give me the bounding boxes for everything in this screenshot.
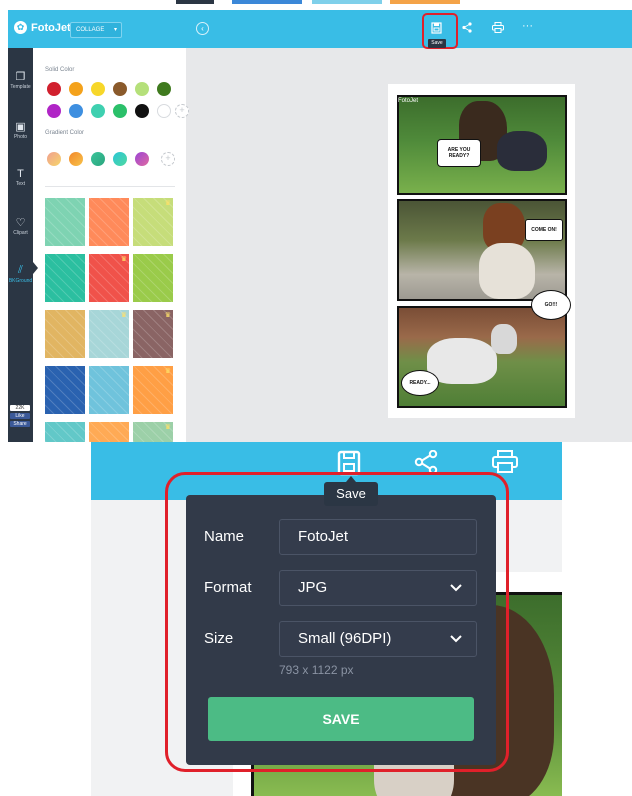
like-count: 22K bbox=[10, 405, 30, 411]
solid-color-swatch[interactable] bbox=[91, 82, 105, 96]
sidebar-item-text[interactable]: T Text bbox=[8, 168, 33, 187]
more-icon[interactable]: ··· bbox=[522, 20, 533, 32]
solid-color-swatch[interactable] bbox=[47, 82, 61, 96]
pattern-tile[interactable] bbox=[45, 198, 85, 246]
browser-tab-strip bbox=[0, 0, 632, 10]
sidebar-item-label: Template bbox=[10, 84, 31, 90]
background-panel: Solid Color + Gradient Color + ♛ ♛ ♛ ♛ ♛ ♛ bbox=[33, 48, 189, 442]
crown-icon: ♛ bbox=[164, 312, 171, 319]
pattern-tile[interactable]: ♛ bbox=[133, 198, 173, 246]
pattern-tile[interactable] bbox=[89, 366, 129, 414]
share-icon[interactable] bbox=[462, 22, 472, 36]
pattern-tile[interactable] bbox=[45, 310, 85, 358]
pattern-tile[interactable]: ♛ bbox=[89, 310, 129, 358]
solid-color-swatch[interactable] bbox=[113, 82, 127, 96]
gradient-color-swatch[interactable] bbox=[91, 152, 105, 166]
pattern-tile[interactable] bbox=[45, 422, 85, 442]
tool-sidebar: ❐ Template ▣ Photo T Text ♡ Clipart ⫽ BK… bbox=[8, 48, 33, 442]
pattern-tile[interactable]: ♛ bbox=[133, 310, 173, 358]
canvas-page[interactable]: FotoJet ARE YOU READY? COME ON! GO!!! RE… bbox=[388, 84, 575, 418]
solid-color-swatch[interactable] bbox=[135, 82, 149, 96]
caret-down-icon: ▾ bbox=[113, 27, 117, 33]
crown-icon: ♛ bbox=[164, 368, 171, 375]
pattern-tile[interactable] bbox=[89, 198, 129, 246]
solid-color-swatch[interactable] bbox=[69, 82, 83, 96]
mode-select-value: COLLAGE bbox=[76, 27, 105, 33]
browser-tab[interactable] bbox=[232, 0, 302, 4]
facebook-like-button[interactable]: Like bbox=[10, 413, 30, 419]
solid-color-swatch[interactable] bbox=[135, 104, 149, 118]
divider bbox=[45, 186, 175, 187]
solid-color-label: Solid Color bbox=[45, 67, 75, 73]
gradient-color-swatch[interactable] bbox=[135, 152, 149, 166]
crown-icon: ♛ bbox=[164, 424, 171, 431]
facebook-share-button[interactable]: Share bbox=[10, 421, 30, 427]
solid-color-swatch[interactable] bbox=[157, 104, 171, 118]
add-color-icon[interactable]: + bbox=[175, 104, 189, 118]
sidebar-item-background[interactable]: ⫽ BKGround bbox=[8, 264, 33, 284]
crown-icon: ♛ bbox=[164, 200, 171, 207]
pattern-tile[interactable] bbox=[133, 254, 173, 302]
heart-icon: ♡ bbox=[15, 217, 26, 229]
crown-icon: ♛ bbox=[120, 312, 127, 319]
collapse-panel-button[interactable]: ‹ bbox=[196, 22, 209, 35]
sidebar-item-label: Photo bbox=[13, 134, 28, 140]
logo-icon: ✿ bbox=[14, 21, 27, 34]
gradient-color-swatch[interactable] bbox=[69, 152, 83, 166]
browser-tab[interactable] bbox=[390, 0, 460, 4]
background-icon: ⫽ bbox=[18, 264, 23, 276]
speech-bubble[interactable]: READY... bbox=[401, 370, 439, 396]
solid-color-swatch[interactable] bbox=[47, 104, 61, 118]
fotojet-editor: ✿ FotoJet COLLAGE ▾ ‹ ··· Save ❐ Templat… bbox=[8, 10, 632, 442]
crown-icon: ♛ bbox=[120, 256, 127, 263]
sidebar-item-label: BKGround bbox=[8, 278, 33, 284]
pattern-tile[interactable]: ♛ bbox=[89, 254, 129, 302]
speech-bubble-burst[interactable]: GO!!! bbox=[531, 290, 571, 320]
speech-bubble[interactable]: COME ON! bbox=[525, 219, 563, 241]
comic-title: FotoJet bbox=[398, 98, 419, 104]
print-icon[interactable] bbox=[492, 22, 504, 36]
pattern-tile[interactable] bbox=[89, 422, 129, 442]
save-dialog-highlight-box bbox=[165, 472, 509, 772]
active-indicator bbox=[33, 262, 38, 274]
solid-color-swatch[interactable] bbox=[113, 104, 127, 118]
sidebar-item-photo[interactable]: ▣ Photo bbox=[8, 120, 33, 140]
solid-color-swatch[interactable] bbox=[69, 104, 83, 118]
solid-color-swatch[interactable] bbox=[91, 104, 105, 118]
comic-panel[interactable]: READY... bbox=[397, 306, 567, 408]
gradient-color-label: Gradient Color bbox=[45, 130, 85, 136]
gradient-color-swatch[interactable] bbox=[47, 152, 61, 166]
text-icon: T bbox=[17, 168, 24, 180]
social-buttons: 22K Like Share bbox=[10, 405, 30, 429]
sidebar-item-clipart[interactable]: ♡ Clipart bbox=[8, 216, 33, 236]
sidebar-item-label: Clipart bbox=[13, 230, 28, 236]
browser-tab[interactable] bbox=[312, 0, 382, 4]
screenshot-root: ✿ FotoJet COLLAGE ▾ ‹ ··· Save ❐ Templat… bbox=[0, 0, 632, 796]
mode-select[interactable]: COLLAGE ▾ bbox=[70, 22, 122, 38]
dog-photo bbox=[479, 243, 535, 299]
top-toolbar: ✿ FotoJet COLLAGE ▾ ‹ ··· Save bbox=[8, 10, 632, 49]
comic-panel[interactable]: ARE YOU READY? bbox=[397, 95, 567, 195]
comic-panel[interactable]: COME ON! bbox=[397, 199, 567, 301]
add-gradient-icon[interactable]: + bbox=[161, 152, 175, 166]
browser-tab[interactable] bbox=[176, 0, 214, 4]
template-icon: ❐ bbox=[15, 71, 26, 83]
dog-photo bbox=[491, 324, 517, 354]
save-tooltip: Save bbox=[428, 39, 446, 48]
sidebar-item-template[interactable]: ❐ Template bbox=[8, 70, 33, 90]
pattern-tile[interactable] bbox=[45, 366, 85, 414]
pattern-tile[interactable]: ♛ bbox=[133, 422, 173, 442]
fotojet-logo[interactable]: ✿ FotoJet bbox=[14, 21, 71, 34]
photo-icon: ▣ bbox=[15, 121, 26, 133]
speech-bubble[interactable]: ARE YOU READY? bbox=[437, 139, 481, 167]
logo-text: FotoJet bbox=[31, 21, 71, 34]
dog-photo bbox=[497, 131, 547, 171]
pattern-tile[interactable]: ♛ bbox=[133, 366, 173, 414]
gradient-color-swatch[interactable] bbox=[113, 152, 127, 166]
sidebar-item-label: Text bbox=[15, 181, 26, 187]
pattern-tile[interactable] bbox=[45, 254, 85, 302]
solid-color-swatch[interactable] bbox=[157, 82, 171, 96]
